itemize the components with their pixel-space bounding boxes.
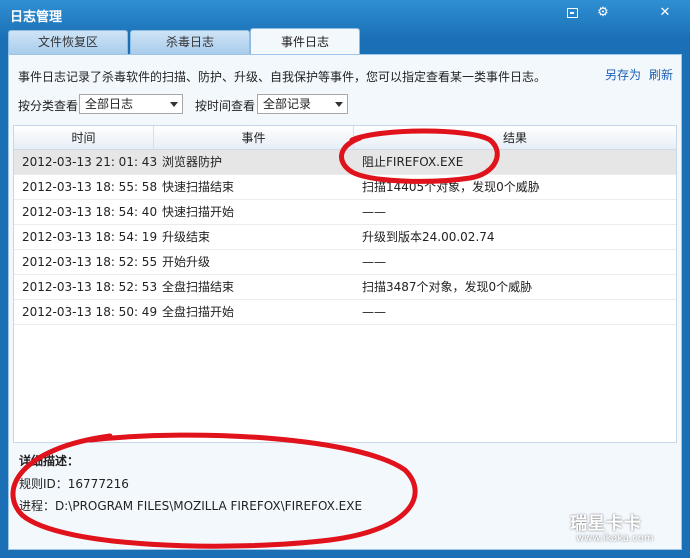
column-header-time[interactable]: 时间 [14, 126, 154, 150]
cell-time: 2012-03-13 18: 55: 58 [22, 180, 158, 194]
watermark-url: www.ikaka.com [576, 533, 654, 544]
tab-file-recovery[interactable]: 文件恢复区 [8, 30, 128, 54]
cell-event: 快速扫描开始 [162, 205, 235, 219]
table-row[interactable]: 2012-03-13 18: 50: 49 全盘扫描开始 —— [14, 300, 676, 325]
detail-rule-id: 规则ID：16777216 [19, 477, 129, 491]
column-header-result[interactable]: 结果 [354, 126, 676, 150]
time-select[interactable]: 全部记录 [257, 94, 348, 114]
cell-result: 升级到版本24.00.02.74 [362, 230, 495, 244]
table-row[interactable]: 2012-03-13 18: 54: 40 快速扫描开始 —— [14, 200, 676, 225]
cell-event: 升级结束 [162, 230, 211, 244]
cell-time: 2012-03-13 18: 54: 19 [22, 230, 158, 244]
table-body: 2012-03-13 21: 01: 43 浏览器防护 阻止FIREFOX.EX… [14, 150, 676, 325]
refresh-link[interactable]: 刷新 [649, 66, 673, 83]
table-row[interactable]: 2012-03-13 21: 01: 43 浏览器防护 阻止FIREFOX.EX… [14, 150, 676, 175]
cell-time: 2012-03-13 18: 54: 40 [22, 205, 158, 219]
cell-event: 浏览器防护 [162, 155, 223, 169]
cell-time: 2012-03-13 21: 01: 43 [22, 155, 158, 169]
tab-antivirus-log[interactable]: 杀毒日志 [130, 30, 250, 54]
event-table: 时间 事件 结果 2012-03-13 21: 01: 43 浏览器防护 阻止F… [13, 125, 677, 443]
cell-result: —— [362, 255, 386, 269]
minimize-box-icon[interactable] [562, 4, 582, 22]
category-select-value: 全部日志 [85, 97, 134, 111]
table-row[interactable]: 2012-03-13 18: 55: 58 快速扫描结束 扫描14405个对象，… [14, 175, 676, 200]
chevron-down-icon [335, 102, 343, 107]
close-icon[interactable]: ✕ [655, 4, 675, 22]
cell-event: 全盘扫描开始 [162, 305, 235, 319]
detail-process-path: 进程：D:\PROGRAM FILES\MOZILLA FIREFOX\FIRE… [19, 499, 363, 513]
detail-title: 详细描述： [19, 454, 80, 468]
panel-description: 事件日志记录了杀毒软件的扫描、防护、升级、自我保护等事件，您可以指定查看某一类事… [18, 70, 547, 84]
time-filter-label: 按时间查看 [195, 99, 256, 113]
cell-result: 扫描14405个对象，发现0个威胁 [362, 180, 540, 194]
chevron-down-icon [170, 102, 178, 107]
column-header-event[interactable]: 事件 [154, 126, 354, 150]
table-row[interactable]: 2012-03-13 18: 54: 19 升级结束 升级到版本24.00.02… [14, 225, 676, 250]
event-log-panel: 事件日志记录了杀毒软件的扫描、防护、升级、自我保护等事件，您可以指定查看某一类事… [8, 54, 682, 550]
category-select[interactable]: 全部日志 [79, 94, 183, 114]
table-row[interactable]: 2012-03-13 18: 52: 53 全盘扫描结束 扫描3487个对象，发… [14, 275, 676, 300]
cell-result: —— [362, 205, 386, 219]
category-filter-label: 按分类查看 [18, 99, 79, 113]
cell-time: 2012-03-13 18: 50: 49 [22, 305, 158, 319]
window-title: 日志管理 [10, 10, 63, 25]
cell-result: —— [362, 305, 386, 319]
cell-event: 快速扫描结束 [162, 180, 235, 194]
table-row[interactable]: 2012-03-13 18: 52: 55 开始升级 —— [14, 250, 676, 275]
save-as-link[interactable]: 另存为 [605, 66, 641, 83]
title-bar[interactable]: 日志管理 ⚙ ✕ [0, 0, 690, 28]
watermark-logo: 瑞星卡卡 www.ikaka.com [562, 505, 682, 549]
cell-event: 开始升级 [162, 255, 211, 269]
time-select-value: 全部记录 [263, 97, 312, 111]
cell-time: 2012-03-13 18: 52: 53 [22, 280, 158, 294]
log-manager-window: 日志管理 ⚙ ✕ 文件恢复区 杀毒日志 事件日志 事件日志记录了杀毒软件的扫描、… [0, 0, 690, 558]
tab-event-log[interactable]: 事件日志 [250, 28, 360, 55]
cell-result: 阻止FIREFOX.EXE [362, 155, 464, 169]
watermark-text: 瑞星卡卡 [570, 514, 642, 534]
cell-time: 2012-03-13 18: 52: 55 [22, 255, 158, 269]
cell-result: 扫描3487个对象，发现0个威胁 [362, 280, 533, 294]
cell-event: 全盘扫描结束 [162, 280, 235, 294]
gear-icon[interactable]: ⚙ [593, 4, 613, 22]
table-header: 时间 事件 结果 [14, 126, 676, 150]
